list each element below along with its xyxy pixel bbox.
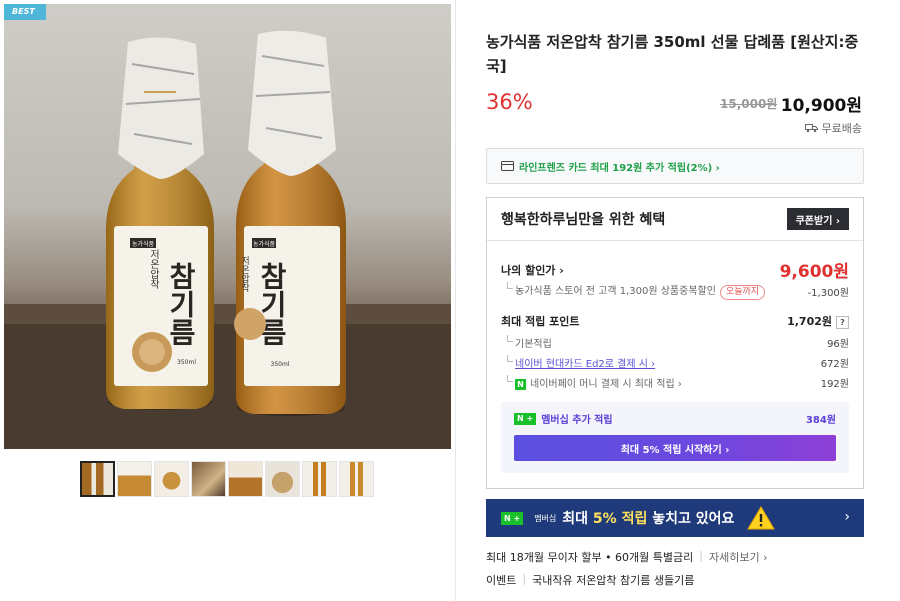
svg-text:농가식품: 농가식품 — [253, 240, 276, 248]
main-product-image[interactable]: 농가식품 참기름 저온압착 350ml 농가식품 참기름 저온압착 350ml — [4, 4, 451, 449]
product-gallery: BEST 농가식품 참기름 저온압착 350ml 농가식품 참기름 저온압착 3… — [0, 0, 456, 601]
warning-icon — [747, 506, 776, 530]
discount-detail-row: 농가식품 스토어 전 고객 1,300원 상품중복할인 오늘까지 -1,300원 — [501, 282, 849, 300]
benefit-header: 행복한하루님만을 위한 혜택 쿠폰받기 › — [487, 198, 863, 241]
thumbnail-strip — [80, 461, 374, 499]
event-text[interactable]: 국내작유 저온압착 참기름 생들기름 — [532, 572, 694, 588]
naver-pay-icon: N — [515, 379, 526, 390]
left-bottle-title: 참기름 — [165, 262, 198, 346]
event-row: 이벤트 | 국내작유 저온압착 참기름 생들기름 — [486, 572, 695, 588]
points-row: 최대 적립 포인트 1,702원? — [501, 313, 849, 329]
card-points-link[interactable]: 네이버 현대카드 Ed2로 결제 시 › — [515, 359, 655, 370]
card-promo-text: 라인프렌즈 카드 최대 192원 추가 적립(2%) › — [519, 162, 720, 174]
svg-text:저온압착: 저온압착 — [239, 256, 249, 293]
credit-card-icon — [501, 161, 514, 171]
product-info: 농가식품 저온압착 참기름 350ml 선물 답례품 [원산지:중국] 36% … — [486, 0, 866, 601]
banner-arrow-icon: › — [844, 509, 850, 525]
right-bottle: 농가식품 참기름 저온압착 350ml — [234, 30, 346, 416]
points-label: 최대 적립 포인트 — [501, 315, 580, 328]
npay-points-value: 192원 — [820, 379, 849, 390]
base-points-value: 96원 — [827, 339, 849, 350]
thumbnail-5[interactable] — [228, 461, 263, 497]
naver-plus-badge: N + — [501, 511, 524, 525]
card-points-row: 네이버 현대카드 Ed2로 결제 시 › 672원 — [501, 355, 849, 370]
thumbnail-8[interactable] — [339, 461, 374, 497]
benefit-title: 행복한하루님만을 위한 혜택 — [501, 212, 666, 228]
original-price: 15,000원 — [720, 97, 778, 111]
membership-box: N + 멤버십 추가 적립 384원 최대 5% 적립 시작하기 › — [501, 402, 849, 473]
banner-highlight: 5% 적립 — [592, 511, 648, 527]
discount-detail-label: 농가식품 스토어 전 고객 1,300원 상품중복할인 — [515, 286, 716, 297]
base-points-row: 기본적립 96원 — [501, 335, 849, 350]
left-bottle: 농가식품 참기름 저온압착 350ml — [106, 37, 214, 410]
banner-badge-sub: 멤버십 — [534, 513, 557, 523]
today-only-pill: 오늘까지 — [719, 285, 766, 300]
svg-text:350ml: 350ml — [177, 359, 196, 366]
product-title: 농가식품 저온압착 참기름 350ml 선물 답례품 [원산지:중국] — [486, 33, 859, 75]
npay-points-link[interactable]: 네이버페이 머니 결제 시 최대 적립 › — [530, 379, 682, 390]
svg-text:저온압착: 저온압착 — [148, 249, 160, 290]
discount-detail-value: -1,300원 — [807, 287, 849, 299]
membership-start-button[interactable]: 최대 5% 적립 시작하기 › — [514, 435, 836, 461]
card-promo-box[interactable]: 라인프렌즈 카드 최대 192원 추가 적립(2%) › — [486, 148, 864, 184]
installment-row: 최대 18개월 무이자 할부 • 60개월 특별금리 | 자세히보기 › — [486, 549, 768, 565]
my-price-label[interactable]: 나의 할인가 › — [501, 262, 564, 278]
membership-label: 멤버십 추가 적립 — [541, 415, 613, 426]
thumbnail-2[interactable] — [117, 461, 152, 497]
truck-icon — [804, 124, 818, 133]
installment-more-link[interactable]: 자세히보기 › — [709, 549, 768, 565]
thumbnail-7[interactable] — [302, 461, 337, 497]
coupon-button[interactable]: 쿠폰받기 › — [786, 208, 849, 230]
product-photo-illustration: 농가식품 참기름 저온압착 350ml 농가식품 참기름 저온압착 350ml — [4, 30, 451, 449]
best-badge: BEST — [4, 4, 46, 20]
naver-plus-icon: N + — [514, 412, 537, 425]
base-points-label: 기본적립 — [501, 335, 552, 350]
discount-rate: 36% — [486, 90, 533, 114]
benefit-panel: 행복한하루님만을 위한 혜택 쿠폰받기 › 나의 할인가 › 9,600원 농가… — [486, 197, 864, 489]
event-label: 이벤트 — [486, 574, 517, 587]
thumbnail-6[interactable] — [265, 461, 300, 497]
shipping-info: 무료배송 — [804, 120, 862, 136]
svg-text:350ml: 350ml — [271, 361, 290, 368]
membership-banner[interactable]: N + 멤버십 최대 5% 적립 놓치고 있어요 › — [486, 499, 864, 537]
banner-text: 최대 5% 적립 놓치고 있어요 — [562, 511, 735, 527]
membership-value: 384원 — [805, 415, 836, 426]
installment-text: 최대 18개월 무이자 할부 • 60개월 특별금리 — [486, 551, 694, 564]
svg-text:농가식품: 농가식품 — [132, 240, 155, 248]
npay-points-row: N 네이버페이 머니 결제 시 최대 적립 › 192원 — [501, 375, 849, 390]
thumbnail-4[interactable] — [191, 461, 226, 497]
shipping-label: 무료배송 — [821, 122, 862, 135]
points-help-icon[interactable]: ? — [836, 316, 849, 329]
my-price-row: 나의 할인가 › 9,600원 — [501, 257, 849, 282]
thumbnail-1[interactable] — [80, 461, 115, 497]
my-price-value: 9,600원 — [779, 262, 849, 282]
sale-price: 10,900원 — [780, 96, 862, 116]
thumbnail-3[interactable] — [154, 461, 189, 497]
card-points-value: 672원 — [820, 359, 849, 370]
points-value: 1,702원 — [787, 315, 832, 328]
